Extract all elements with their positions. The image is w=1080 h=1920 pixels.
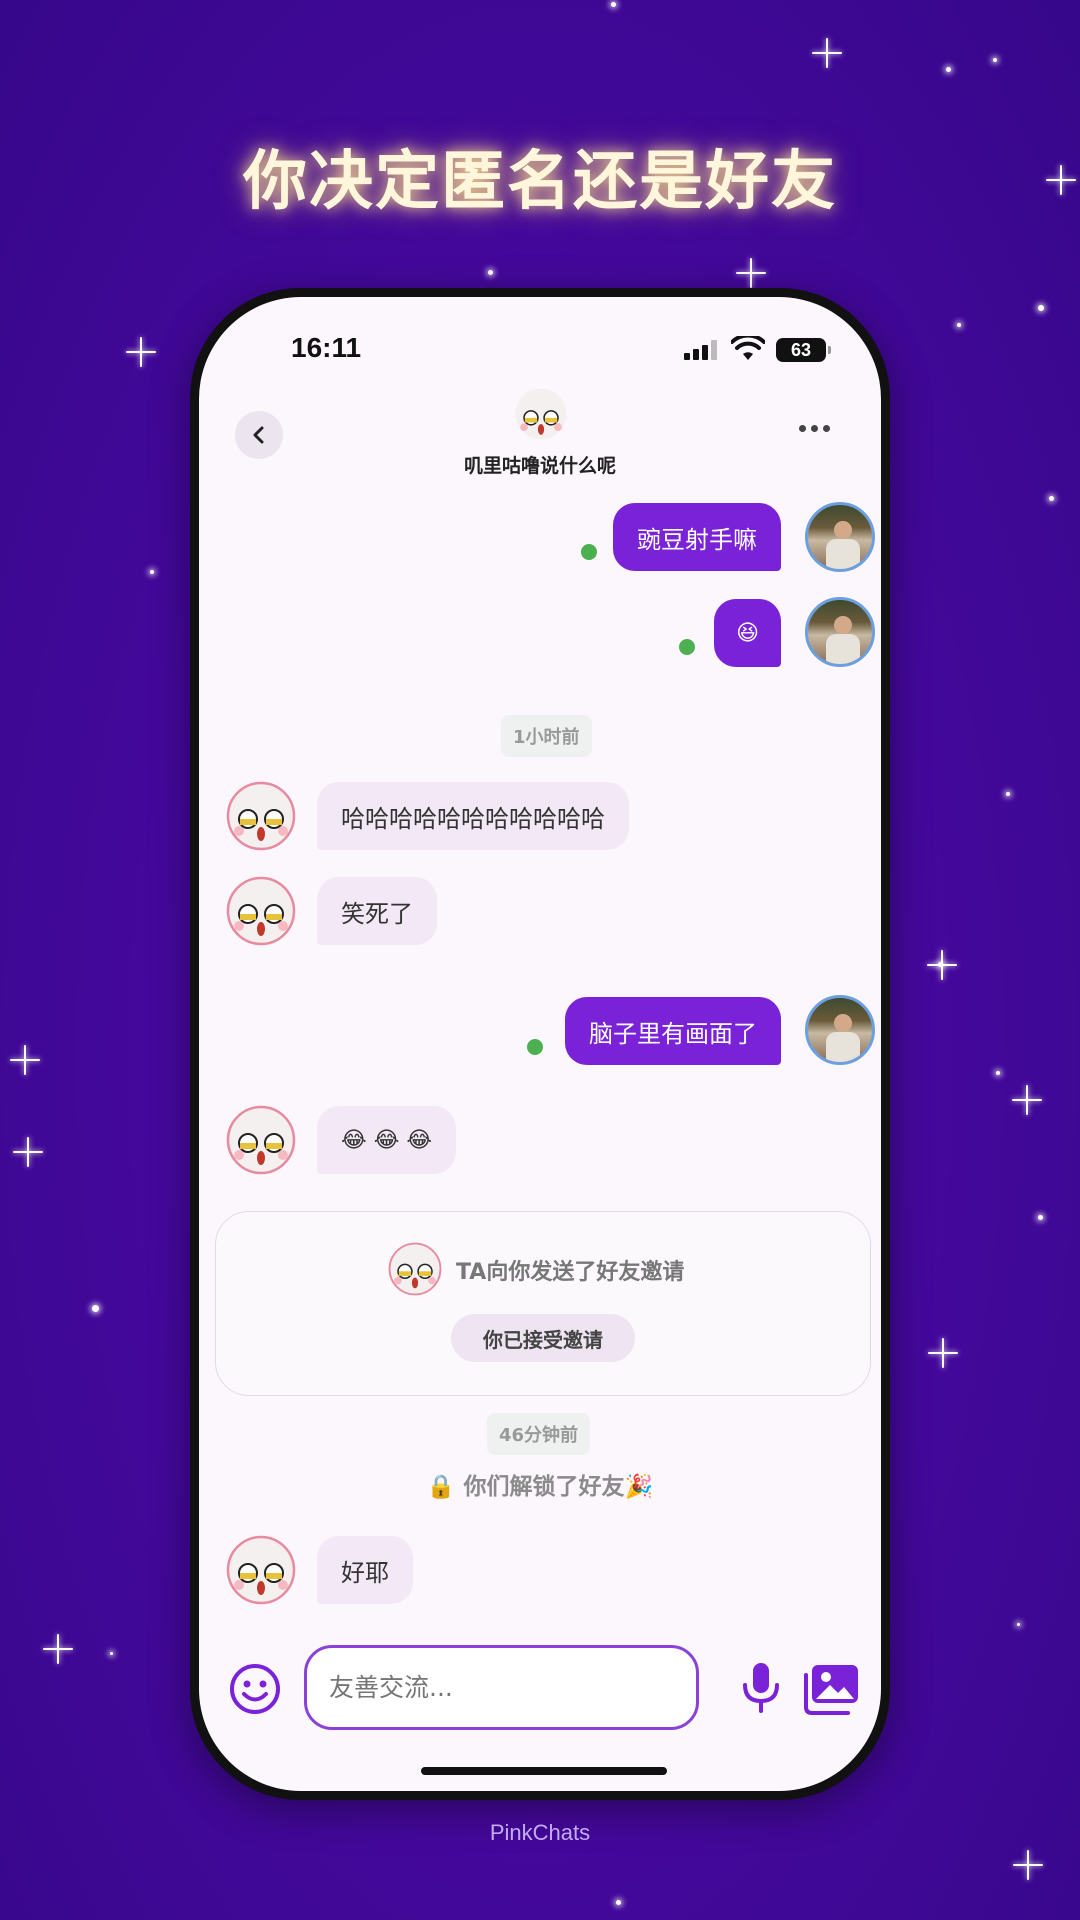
message-list: 豌豆射手嘛 😆 1小时前 哈哈哈哈哈哈哈哈哈哈哈 笑死了 脑子里有画面了 😂 😂…: [199, 297, 881, 1791]
invite-message: TA向你发送了好友邀请: [456, 1260, 685, 1285]
online-status-dot: [581, 544, 597, 560]
sparkle: [10, 1045, 40, 1075]
contact-avatar[interactable]: [226, 1105, 296, 1175]
star: [957, 323, 961, 327]
contact-avatar[interactable]: [226, 1535, 296, 1605]
invite-accepted-button[interactable]: 你已接受邀请: [451, 1314, 635, 1362]
star: [996, 1071, 1000, 1075]
star: [993, 58, 997, 62]
star: [488, 270, 493, 275]
home-indicator: [421, 1767, 667, 1775]
star: [611, 2, 616, 7]
star: [1038, 305, 1044, 311]
outgoing-message[interactable]: 脑子里有画面了: [565, 997, 781, 1065]
incoming-message[interactable]: 笑死了: [317, 877, 437, 945]
my-avatar[interactable]: [805, 995, 875, 1065]
star: [1049, 496, 1054, 501]
online-status-dot: [679, 639, 695, 655]
promo-headline: 你决定匿名还是好友: [243, 145, 837, 219]
message-input[interactable]: [304, 1645, 699, 1730]
contact-avatar[interactable]: [226, 781, 296, 851]
sparkle: [126, 337, 156, 367]
brand-name: PinkChats: [489, 1820, 591, 1845]
friend-invite-card: TA向你发送了好友邀请 你已接受邀请: [215, 1211, 871, 1396]
star: [1017, 1623, 1020, 1626]
star: [946, 67, 951, 72]
incoming-message[interactable]: 哈哈哈哈哈哈哈哈哈哈哈: [317, 782, 629, 850]
timestamp: 1小时前: [501, 715, 592, 757]
sparkle: [1012, 1085, 1042, 1115]
sparkle: [1013, 1850, 1043, 1880]
contact-avatar: [388, 1242, 442, 1296]
online-status-dot: [527, 1039, 543, 1055]
contact-avatar[interactable]: [226, 876, 296, 946]
outgoing-message[interactable]: 😆: [714, 599, 781, 667]
sparkle: [927, 950, 957, 980]
star: [92, 1305, 99, 1312]
microphone-icon[interactable]: [739, 1661, 783, 1713]
chat-screen: 16:11 63 叽里咕噜说什么呢 豌豆射手嘛 😆 1小时前 哈哈哈哈哈哈哈哈哈…: [199, 297, 881, 1791]
incoming-message[interactable]: 😂 😂 😂: [317, 1106, 457, 1174]
sparkle: [13, 1137, 43, 1167]
outgoing-message[interactable]: 豌豆射手嘛: [613, 503, 781, 571]
my-avatar[interactable]: [805, 597, 875, 667]
star: [1006, 792, 1010, 796]
sparkle: [928, 1338, 958, 1368]
star: [110, 1652, 113, 1655]
incoming-message[interactable]: 好耶: [317, 1536, 413, 1604]
phone-frame: 16:11 63 叽里咕噜说什么呢 豌豆射手嘛 😆 1小时前 哈哈哈哈哈哈哈哈哈…: [190, 288, 890, 1800]
emoji-icon[interactable]: [229, 1663, 281, 1715]
friend-unlocked-notice: 🔒 你们解锁了好友🎉: [426, 1474, 654, 1500]
sparkle: [736, 258, 766, 288]
star: [150, 570, 154, 574]
input-bar: [199, 1645, 881, 1735]
sparkle: [43, 1634, 73, 1664]
timestamp: 46分钟前: [487, 1413, 591, 1455]
star: [616, 1900, 621, 1905]
star: [1038, 1215, 1043, 1220]
sparkle: [812, 38, 842, 68]
my-avatar[interactable]: [805, 502, 875, 572]
image-gallery-icon[interactable]: [802, 1663, 860, 1715]
